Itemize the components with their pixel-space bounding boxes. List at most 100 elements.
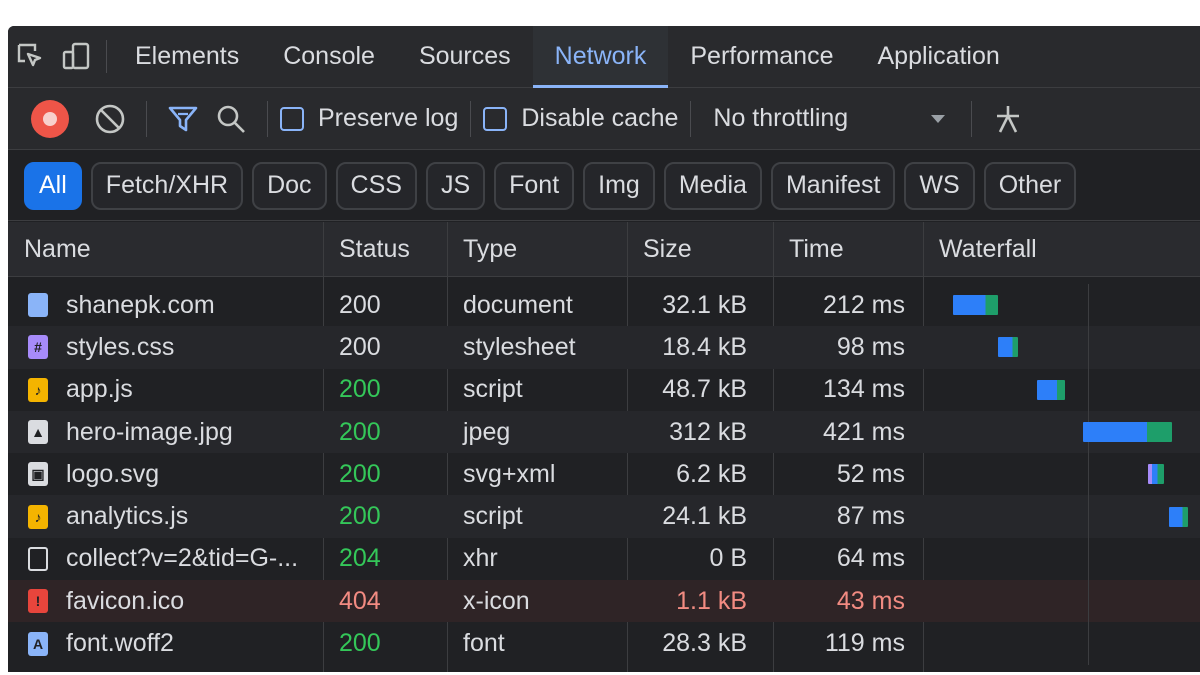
checkbox-box[interactable]: [483, 106, 508, 131]
search-button[interactable]: [207, 95, 255, 143]
record-icon: [31, 99, 69, 138]
waterfall-gridline: [1088, 495, 1089, 538]
waterfall-bar[interactable]: [1083, 422, 1172, 443]
table-row[interactable]: collect?v=2&tid=G-... 204 xhr 0 B 64 ms: [8, 537, 1200, 581]
waterfall-bar[interactable]: [1148, 464, 1165, 485]
tab-divider: [106, 40, 107, 73]
disable-cache-checkbox[interactable]: Disable cache: [483, 104, 678, 133]
filter-chip-fetch-xhr[interactable]: Fetch/XHR: [90, 161, 244, 210]
table-row[interactable]: # styles.css 200 stylesheet 18.4 kB 98 ms: [8, 326, 1200, 369]
checkbox-box[interactable]: [280, 106, 304, 131]
tab-elements[interactable]: Elements: [113, 26, 261, 87]
document-icon: [28, 293, 48, 318]
table-row[interactable]: ! favicon.ico 404 x-icon 1.1 kB 43 ms: [8, 580, 1200, 623]
device-icon: [62, 42, 90, 69]
toolbar-divider: [267, 100, 268, 137]
request-time: 134 ms: [823, 375, 905, 404]
record-button[interactable]: [26, 95, 74, 143]
request-size: 1.1 kB: [676, 586, 747, 615]
request-name: logo.svg: [66, 459, 160, 488]
table-row[interactable]: ♪ analytics.js 200 script 24.1 kB 87 ms: [8, 495, 1200, 538]
filter-chip-doc[interactable]: Doc: [252, 161, 327, 210]
table-row[interactable]: shanepk.com 200 document 32.1 kB 212 ms: [8, 284, 1200, 327]
waterfall-gridline: [1088, 622, 1089, 665]
request-name-cell[interactable]: ▲ hero-image.jpg: [8, 411, 323, 453]
column-header-status[interactable]: Status: [323, 222, 447, 276]
request-name-cell[interactable]: collect?v=2&tid=G-...: [8, 538, 323, 580]
request-status: 200: [339, 290, 381, 319]
request-name-cell[interactable]: shanepk.com: [8, 284, 323, 326]
request-size: 6.2 kB: [676, 459, 747, 488]
table-header: Name Status Type Size Time Waterfall: [8, 222, 1200, 277]
filter-chip-js[interactable]: JS: [425, 161, 486, 210]
waterfall-gridline: [1088, 453, 1089, 496]
clear-icon: [95, 104, 125, 133]
panel-tabs: Elements Console Sources Network Performance…: [113, 26, 1022, 88]
filter-chip-other[interactable]: Other: [983, 161, 1077, 210]
preserve-log-checkbox[interactable]: Preserve log: [280, 104, 458, 133]
waterfall-cell: [923, 622, 1200, 665]
filter-chip-img[interactable]: Img: [583, 161, 655, 210]
filter-button[interactable]: [159, 95, 207, 143]
request-size: 24.1 kB: [662, 502, 747, 531]
request-name-cell[interactable]: Afont.woff2: [8, 622, 323, 664]
filter-chip-all[interactable]: All: [24, 161, 82, 210]
table-row[interactable]: ▣ logo.svg 200 svg+xml 6.2 kB 52 ms: [8, 453, 1200, 496]
request-name: favicon.ico: [66, 586, 185, 615]
error-file-icon: !: [28, 589, 48, 614]
request-name: app.js: [66, 375, 133, 404]
table-row[interactable]: Afont.woff2 200 font 28.3 kB 119 ms: [8, 622, 1200, 665]
request-status: 200: [339, 375, 381, 404]
request-size: 312 kB: [669, 417, 747, 446]
inspect-element-button[interactable]: [8, 26, 54, 87]
request-name: hero-image.jpg: [66, 417, 233, 446]
script-icon: ♪: [28, 377, 48, 402]
waterfall-cell: [923, 453, 1200, 496]
request-type: svg+xml: [463, 459, 556, 488]
request-name-cell[interactable]: ♪ app.js: [8, 369, 323, 411]
tab-sources[interactable]: Sources: [397, 26, 533, 87]
waterfall-gridline: [1088, 368, 1089, 411]
toolbar-divider: [146, 100, 147, 137]
tab-network[interactable]: Network: [532, 26, 669, 88]
column-header-time[interactable]: Time: [773, 222, 923, 276]
tab-performance[interactable]: Performance: [668, 26, 855, 87]
resource-type-filters: All Fetch/XHR Doc CSS JS Font Img Media Manifest…: [8, 151, 1200, 221]
request-name-cell[interactable]: ▣ logo.svg: [8, 453, 323, 495]
request-time: 43 ms: [836, 586, 905, 615]
filter-chip-font[interactable]: Font: [494, 161, 575, 210]
network-toolbar: Preserve log Disable cache No throttling: [8, 88, 1200, 150]
waterfall-bar[interactable]: [1169, 506, 1188, 527]
network-conditions-button[interactable]: [984, 95, 1032, 143]
tab-application[interactable]: Application: [855, 26, 1021, 87]
waterfall-bar[interactable]: [997, 337, 1019, 358]
column-header-name[interactable]: Name: [8, 222, 323, 276]
filter-chip-media[interactable]: Media: [663, 161, 762, 210]
filter-chip-css[interactable]: CSS: [335, 161, 417, 210]
waterfall-gridline: [1088, 580, 1089, 623]
column-header-waterfall[interactable]: Waterfall: [923, 222, 1200, 276]
request-name-cell[interactable]: ! favicon.ico: [8, 580, 323, 622]
filter-chip-ws[interactable]: WS: [904, 161, 975, 210]
filter-chip-manifest[interactable]: Manifest: [770, 161, 896, 210]
request-name-cell[interactable]: # styles.css: [8, 326, 323, 368]
waterfall-gridline: [1088, 537, 1089, 581]
waterfall-cell: [923, 410, 1200, 454]
request-size: 28.3 kB: [662, 629, 747, 658]
column-header-size[interactable]: Size: [627, 222, 773, 276]
request-name-cell[interactable]: ♪ analytics.js: [8, 495, 323, 537]
request-type: document: [463, 290, 573, 319]
throttling-select[interactable]: No throttling: [703, 104, 959, 133]
toolbar-divider: [690, 100, 692, 137]
table-row[interactable]: ▲ hero-image.jpg 200 jpeg 312 kB 421 ms: [8, 410, 1200, 454]
column-header-type[interactable]: Type: [447, 222, 627, 276]
tab-console[interactable]: Console: [261, 26, 397, 87]
device-toolbar-button[interactable]: [54, 26, 100, 87]
request-status: 200: [339, 332, 381, 361]
waterfall-cell: [923, 326, 1200, 369]
stylesheet-icon: #: [28, 335, 48, 360]
clear-button[interactable]: [86, 95, 134, 143]
waterfall-bar[interactable]: [953, 295, 998, 316]
table-row[interactable]: ♪ app.js 200 script 48.7 kB 134 ms: [8, 368, 1200, 411]
waterfall-bar[interactable]: [1037, 379, 1066, 400]
